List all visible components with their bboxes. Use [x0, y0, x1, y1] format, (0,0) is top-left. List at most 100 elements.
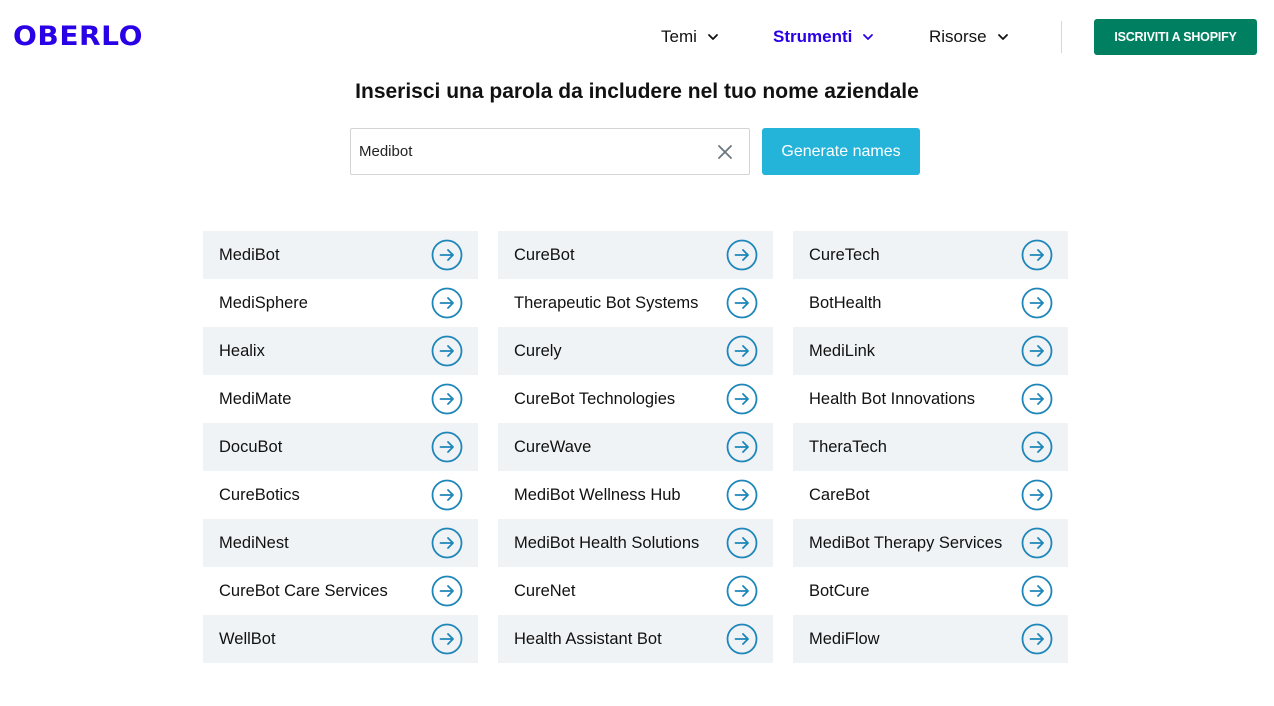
arrow-right-icon[interactable]	[726, 575, 758, 607]
arrow-right-icon[interactable]	[726, 287, 758, 319]
name-result-item[interactable]: MediBot Therapy Services	[793, 519, 1068, 567]
arrow-right-icon[interactable]	[431, 575, 463, 607]
arrow-right-icon[interactable]	[1021, 335, 1053, 367]
chevron-down-icon	[997, 34, 1008, 40]
name-result-label: CureTech	[809, 245, 880, 264]
name-result-label: MediBot Health Solutions	[514, 533, 700, 552]
results-grid: MediBot MediSphere Healix MediMate DocuBot Cu…	[203, 231, 1068, 663]
name-result-label: CureBot Care Services	[219, 581, 388, 600]
arrow-right-icon[interactable]	[1021, 527, 1053, 559]
name-result-item[interactable]: CureBot Technologies	[498, 375, 773, 423]
arrow-right-icon[interactable]	[726, 623, 758, 655]
name-result-item[interactable]: CureBotics	[203, 471, 478, 519]
name-result-label: MediBot Therapy Services	[809, 533, 1003, 552]
name-result-item[interactable]: MediFlow	[793, 615, 1068, 663]
name-result-item[interactable]: MediBot Health Solutions	[498, 519, 773, 567]
name-result-item[interactable]: MediLink	[793, 327, 1068, 375]
oberlo-logo[interactable]: OBERLO	[13, 20, 143, 54]
name-result-item[interactable]: CureTech	[793, 231, 1068, 279]
nav-temi-label: Temi	[661, 27, 697, 46]
name-result-label: MediFlow	[809, 629, 880, 648]
name-result-label: CureBot Technologies	[514, 389, 676, 408]
name-result-item[interactable]: MediSphere	[203, 279, 478, 327]
arrow-right-icon[interactable]	[431, 623, 463, 655]
results-column: MediBot MediSphere Healix MediMate DocuBot Cu…	[203, 231, 478, 663]
arrow-right-icon[interactable]	[1021, 479, 1053, 511]
name-result-item[interactable]: MediBot	[203, 231, 478, 279]
arrow-right-icon[interactable]	[1021, 623, 1053, 655]
arrow-right-icon[interactable]	[431, 383, 463, 415]
name-result-label: MediLink	[809, 341, 876, 360]
arrow-right-icon[interactable]	[1021, 383, 1053, 415]
arrow-right-icon[interactable]	[1021, 287, 1053, 319]
results-column: CureBot Therapeutic Bot Systems Curely Cure…	[498, 231, 773, 663]
arrow-right-icon[interactable]	[431, 239, 463, 271]
name-result-label: CureBot	[514, 245, 575, 264]
arrow-right-icon[interactable]	[726, 383, 758, 415]
name-result-item[interactable]: Curely	[498, 327, 773, 375]
arrow-right-icon[interactable]	[726, 479, 758, 511]
arrow-right-icon[interactable]	[431, 335, 463, 367]
name-result-item[interactable]: WellBot	[203, 615, 478, 663]
arrow-right-icon[interactable]	[431, 431, 463, 463]
name-result-label: CureBotics	[219, 485, 300, 504]
page-title: Inserisci una parola da includere nel tu…	[355, 80, 919, 103]
name-result-label: DocuBot	[219, 437, 283, 456]
arrow-right-icon[interactable]	[726, 335, 758, 367]
name-result-item[interactable]: BotCure	[793, 567, 1068, 615]
name-result-label: Health Bot Innovations	[809, 389, 976, 408]
name-result-item[interactable]: MediBot Wellness Hub	[498, 471, 773, 519]
results-column: CureTech BotHealth MediLink Health Bot Inno…	[793, 231, 1068, 663]
nav-risorse-label: Risorse	[929, 27, 987, 46]
arrow-right-icon[interactable]	[1021, 431, 1053, 463]
chevron-down-icon	[863, 34, 874, 40]
name-result-label: Health Assistant Bot	[514, 629, 662, 648]
name-result-item[interactable]: Healix	[203, 327, 478, 375]
search-box	[350, 128, 750, 175]
name-result-label: MediNest	[219, 533, 289, 552]
name-result-item[interactable]: CureBot	[498, 231, 773, 279]
name-result-label: MediBot	[219, 245, 280, 264]
name-result-label: MediBot Wellness Hub	[514, 485, 681, 504]
close-icon[interactable]	[717, 144, 733, 160]
signup-shopify-button[interactable]: ISCRIVITI A SHOPIFY	[1094, 19, 1257, 55]
name-result-label: MediSphere	[219, 293, 308, 312]
name-result-label: BotHealth	[809, 293, 882, 312]
header: OBERLO Temi Strumenti Risorse ISCRIVITI …	[0, 0, 1274, 74]
search-input[interactable]	[359, 129, 699, 174]
name-result-label: WellBot	[219, 629, 276, 648]
header-divider	[1061, 21, 1062, 53]
arrow-right-icon[interactable]	[1021, 575, 1053, 607]
arrow-right-icon[interactable]	[726, 239, 758, 271]
name-result-item[interactable]: DocuBot	[203, 423, 478, 471]
name-result-item[interactable]: Therapeutic Bot Systems	[498, 279, 773, 327]
arrow-right-icon[interactable]	[431, 479, 463, 511]
chevron-down-icon	[708, 34, 718, 40]
name-result-item[interactable]: MediNest	[203, 519, 478, 567]
arrow-right-icon[interactable]	[726, 431, 758, 463]
name-result-label: TheraTech	[809, 437, 887, 456]
arrow-right-icon[interactable]	[431, 527, 463, 559]
name-result-label: Therapeutic Bot Systems	[514, 293, 699, 312]
nav-risorse[interactable]: Risorse	[929, 26, 1009, 48]
name-result-label: Curely	[514, 341, 562, 360]
name-result-item[interactable]: TheraTech	[793, 423, 1068, 471]
name-result-label: MediMate	[219, 389, 292, 408]
name-result-item[interactable]: CureNet	[498, 567, 773, 615]
name-result-label: CureNet	[514, 581, 576, 600]
name-result-item[interactable]: Health Assistant Bot	[498, 615, 773, 663]
arrow-right-icon[interactable]	[1021, 239, 1053, 271]
name-result-label: CareBot	[809, 485, 870, 504]
name-result-item[interactable]: CureBot Care Services	[203, 567, 478, 615]
name-result-item[interactable]: BotHealth	[793, 279, 1068, 327]
nav-strumenti[interactable]: Strumenti	[773, 26, 874, 48]
arrow-right-icon[interactable]	[431, 287, 463, 319]
generate-names-button[interactable]: Generate names	[762, 128, 920, 175]
name-result-item[interactable]: Health Bot Innovations	[793, 375, 1068, 423]
arrow-right-icon[interactable]	[726, 527, 758, 559]
name-result-item[interactable]: CareBot	[793, 471, 1068, 519]
nav-temi[interactable]: Temi	[661, 26, 719, 48]
name-result-item[interactable]: MediMate	[203, 375, 478, 423]
name-result-item[interactable]: CureWave	[498, 423, 773, 471]
nav-strumenti-label: Strumenti	[773, 27, 853, 46]
